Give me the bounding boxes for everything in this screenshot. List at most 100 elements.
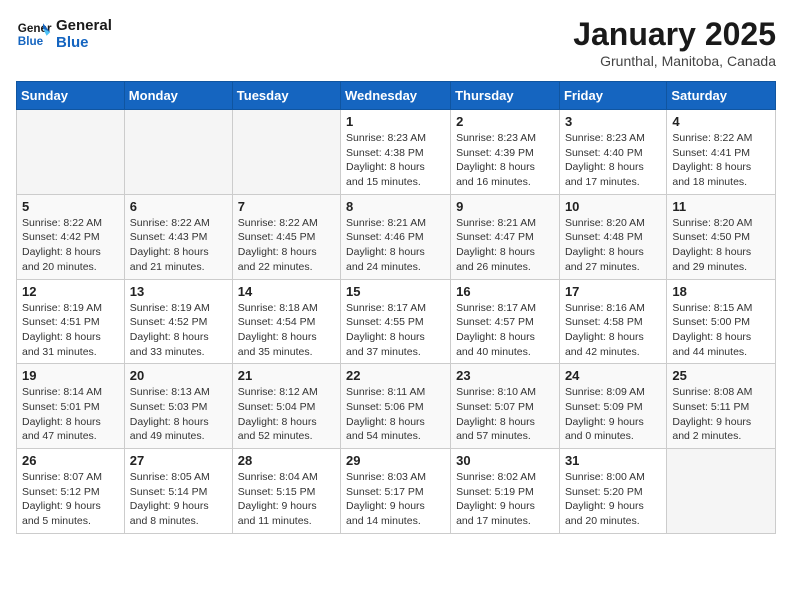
day-number: 16 bbox=[456, 284, 554, 299]
day-number: 14 bbox=[238, 284, 335, 299]
calendar-cell: 7Sunrise: 8:22 AM Sunset: 4:45 PM Daylig… bbox=[232, 194, 340, 279]
calendar-cell: 20 Sunrise: 8:13 AM Sunset: 5:03 PM Dayli… bbox=[124, 364, 232, 449]
day-number: 30 bbox=[456, 453, 554, 468]
logo-icon: General Blue bbox=[16, 16, 52, 52]
calendar-cell: 14 Sunrise: 8:18 AM Sunset: 4:54 PM Dayli… bbox=[232, 279, 340, 364]
calendar-cell: 1 Sunrise: 8:23 AM Sunset: 4:38 PM Daylig… bbox=[341, 110, 451, 195]
calendar-cell bbox=[232, 110, 340, 195]
calendar-cell: 5 Sunrise: 8:22 AM Sunset: 4:42 PM Daylig… bbox=[17, 194, 125, 279]
calendar-week-row: 5 Sunrise: 8:22 AM Sunset: 4:42 PM Daylig… bbox=[17, 194, 776, 279]
svg-text:Blue: Blue bbox=[18, 35, 44, 48]
day-info: Sunrise: 8:13 AM Sunset: 5:03 PM Dayligh… bbox=[130, 385, 227, 444]
logo-line2: Blue bbox=[56, 34, 112, 51]
day-number: 31 bbox=[565, 453, 661, 468]
calendar-cell: 21 Sunrise: 8:12 AM Sunset: 5:04 PM Dayli… bbox=[232, 364, 340, 449]
title-area: January 2025 Grunthal, Manitoba, Canada bbox=[573, 16, 776, 69]
calendar-cell: 6 Sunrise: 8:22 AM Sunset: 4:43 PM Daylig… bbox=[124, 194, 232, 279]
calendar-table: SundayMondayTuesdayWednesdayThursdayFrid… bbox=[16, 81, 776, 534]
day-header-tuesday: Tuesday bbox=[232, 82, 340, 110]
day-info: Sunrise: 8:17 AM Sunset: 4:57 PM Dayligh… bbox=[456, 301, 554, 360]
calendar-cell: 2Sunrise: 8:23 AM Sunset: 4:39 PM Daylig… bbox=[451, 110, 560, 195]
day-number: 27 bbox=[130, 453, 227, 468]
day-number: 2 bbox=[456, 114, 554, 129]
calendar-week-row: 19Sunrise: 8:14 AM Sunset: 5:01 PM Dayli… bbox=[17, 364, 776, 449]
calendar-cell: 16 Sunrise: 8:17 AM Sunset: 4:57 PM Dayli… bbox=[451, 279, 560, 364]
day-info: Sunrise: 8:22 AM Sunset: 4:42 PM Dayligh… bbox=[22, 216, 119, 275]
calendar-cell: 9 Sunrise: 8:21 AM Sunset: 4:47 PM Daylig… bbox=[451, 194, 560, 279]
day-info: Sunrise: 8:02 AM Sunset: 5:19 PM Dayligh… bbox=[456, 470, 554, 529]
day-number: 4 bbox=[672, 114, 770, 129]
day-number: 1 bbox=[346, 114, 445, 129]
day-number: 6 bbox=[130, 199, 227, 214]
header: General Blue General Blue January 2025 G… bbox=[16, 16, 776, 69]
calendar-cell: 15 Sunrise: 8:17 AM Sunset: 4:55 PM Dayli… bbox=[341, 279, 451, 364]
day-info: Sunrise: 8:08 AM Sunset: 5:11 PM Dayligh… bbox=[672, 385, 770, 444]
day-info: Sunrise: 8:20 AM Sunset: 4:48 PM Dayligh… bbox=[565, 216, 661, 275]
calendar-week-row: 26Sunrise: 8:07 AM Sunset: 5:12 PM Dayli… bbox=[17, 449, 776, 534]
day-info: Sunrise: 8:20 AM Sunset: 4:50 PM Dayligh… bbox=[672, 216, 770, 275]
calendar-cell: 12Sunrise: 8:19 AM Sunset: 4:51 PM Dayli… bbox=[17, 279, 125, 364]
calendar-cell: 8 Sunrise: 8:21 AM Sunset: 4:46 PM Daylig… bbox=[341, 194, 451, 279]
day-header-wednesday: Wednesday bbox=[341, 82, 451, 110]
day-number: 11 bbox=[672, 199, 770, 214]
day-info: Sunrise: 8:17 AM Sunset: 4:55 PM Dayligh… bbox=[346, 301, 445, 360]
day-number: 25 bbox=[672, 368, 770, 383]
day-number: 21 bbox=[238, 368, 335, 383]
logo: General Blue General Blue bbox=[16, 16, 112, 52]
day-info: Sunrise: 8:21 AM Sunset: 4:47 PM Dayligh… bbox=[456, 216, 554, 275]
calendar-cell: 26Sunrise: 8:07 AM Sunset: 5:12 PM Dayli… bbox=[17, 449, 125, 534]
calendar-cell: 31 Sunrise: 8:00 AM Sunset: 5:20 PM Dayli… bbox=[559, 449, 666, 534]
calendar-cell: 30 Sunrise: 8:02 AM Sunset: 5:19 PM Dayli… bbox=[451, 449, 560, 534]
day-info: Sunrise: 8:22 AM Sunset: 4:43 PM Dayligh… bbox=[130, 216, 227, 275]
day-info: Sunrise: 8:07 AM Sunset: 5:12 PM Dayligh… bbox=[22, 470, 119, 529]
day-info: Sunrise: 8:09 AM Sunset: 5:09 PM Dayligh… bbox=[565, 385, 661, 444]
day-header-monday: Monday bbox=[124, 82, 232, 110]
day-info: Sunrise: 8:00 AM Sunset: 5:20 PM Dayligh… bbox=[565, 470, 661, 529]
day-info: Sunrise: 8:12 AM Sunset: 5:04 PM Dayligh… bbox=[238, 385, 335, 444]
day-number: 10 bbox=[565, 199, 661, 214]
day-info: Sunrise: 8:19 AM Sunset: 4:52 PM Dayligh… bbox=[130, 301, 227, 360]
day-number: 9 bbox=[456, 199, 554, 214]
day-number: 23 bbox=[456, 368, 554, 383]
day-number: 3 bbox=[565, 114, 661, 129]
calendar-cell: 25 Sunrise: 8:08 AM Sunset: 5:11 PM Dayli… bbox=[667, 364, 776, 449]
day-number: 29 bbox=[346, 453, 445, 468]
day-number: 8 bbox=[346, 199, 445, 214]
calendar-cell: 18Sunrise: 8:15 AM Sunset: 5:00 PM Dayli… bbox=[667, 279, 776, 364]
calendar-cell: 3 Sunrise: 8:23 AM Sunset: 4:40 PM Daylig… bbox=[559, 110, 666, 195]
day-number: 22 bbox=[346, 368, 445, 383]
calendar-cell bbox=[17, 110, 125, 195]
day-number: 17 bbox=[565, 284, 661, 299]
logo-line1: General bbox=[56, 17, 112, 34]
calendar-cell bbox=[124, 110, 232, 195]
calendar-cell bbox=[667, 449, 776, 534]
calendar-week-row: 1 Sunrise: 8:23 AM Sunset: 4:38 PM Daylig… bbox=[17, 110, 776, 195]
day-header-sunday: Sunday bbox=[17, 82, 125, 110]
day-info: Sunrise: 8:22 AM Sunset: 4:41 PM Dayligh… bbox=[672, 131, 770, 190]
calendar-cell: 13Sunrise: 8:19 AM Sunset: 4:52 PM Dayli… bbox=[124, 279, 232, 364]
day-info: Sunrise: 8:21 AM Sunset: 4:46 PM Dayligh… bbox=[346, 216, 445, 275]
day-info: Sunrise: 8:18 AM Sunset: 4:54 PM Dayligh… bbox=[238, 301, 335, 360]
calendar-cell: 28Sunrise: 8:04 AM Sunset: 5:15 PM Dayli… bbox=[232, 449, 340, 534]
day-number: 7 bbox=[238, 199, 335, 214]
calendar-cell: 22 Sunrise: 8:11 AM Sunset: 5:06 PM Dayli… bbox=[341, 364, 451, 449]
day-number: 12 bbox=[22, 284, 119, 299]
day-info: Sunrise: 8:11 AM Sunset: 5:06 PM Dayligh… bbox=[346, 385, 445, 444]
day-number: 15 bbox=[346, 284, 445, 299]
calendar-week-row: 12Sunrise: 8:19 AM Sunset: 4:51 PM Dayli… bbox=[17, 279, 776, 364]
day-number: 5 bbox=[22, 199, 119, 214]
calendar-cell: 4 Sunrise: 8:22 AM Sunset: 4:41 PM Daylig… bbox=[667, 110, 776, 195]
calendar-subtitle: Grunthal, Manitoba, Canada bbox=[573, 53, 776, 69]
day-info: Sunrise: 8:23 AM Sunset: 4:38 PM Dayligh… bbox=[346, 131, 445, 190]
calendar-cell: 11 Sunrise: 8:20 AM Sunset: 4:50 PM Dayli… bbox=[667, 194, 776, 279]
calendar-title: January 2025 bbox=[573, 16, 776, 53]
calendar-cell: 23 Sunrise: 8:10 AM Sunset: 5:07 PM Dayli… bbox=[451, 364, 560, 449]
day-header-saturday: Saturday bbox=[667, 82, 776, 110]
day-info: Sunrise: 8:16 AM Sunset: 4:58 PM Dayligh… bbox=[565, 301, 661, 360]
calendar-cell: 24Sunrise: 8:09 AM Sunset: 5:09 PM Dayli… bbox=[559, 364, 666, 449]
day-number: 20 bbox=[130, 368, 227, 383]
day-number: 18 bbox=[672, 284, 770, 299]
day-info: Sunrise: 8:23 AM Sunset: 4:40 PM Dayligh… bbox=[565, 131, 661, 190]
day-header-thursday: Thursday bbox=[451, 82, 560, 110]
day-info: Sunrise: 8:10 AM Sunset: 5:07 PM Dayligh… bbox=[456, 385, 554, 444]
